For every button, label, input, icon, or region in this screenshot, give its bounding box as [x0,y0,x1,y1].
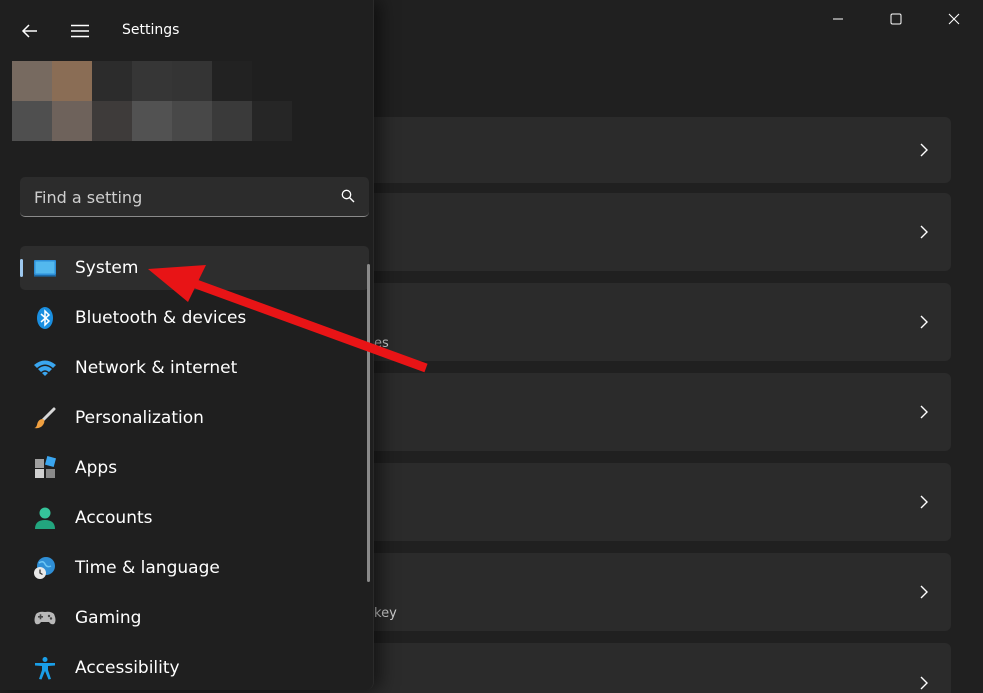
chevron-right-icon [920,405,928,419]
navigation-pane: Settings System Bluetooth & devices [0,0,374,690]
title-bar: Settings [0,0,373,62]
sidebar-nav: System Bluetooth & devices Network & int… [20,246,369,690]
sidebar-item-label: Bluetooth & devices [75,308,247,328]
maximize-icon [890,13,902,25]
settings-card[interactable] [330,373,951,451]
sidebar-item-network[interactable]: Network & internet [20,346,369,390]
settings-card[interactable] [330,193,951,271]
sidebar-item-accessibility[interactable]: Accessibility [20,646,369,690]
search-icon[interactable] [341,189,355,203]
chevron-right-icon [920,225,928,239]
window-controls [809,0,983,38]
scrollbar[interactable] [367,264,370,582]
close-button[interactable] [925,0,983,38]
sidebar-item-label: Network & internet [75,358,238,378]
chevron-right-icon [920,315,928,329]
accessibility-icon [35,657,55,680]
maximize-button[interactable] [867,0,925,38]
sidebar-item-bluetooth[interactable]: Bluetooth & devices [20,296,369,340]
gamepad-icon [34,611,56,625]
card-text: es [374,336,389,351]
sidebar-item-label: Time & language [75,558,220,578]
app-title: Settings [122,22,180,38]
settings-card[interactable]: key [330,553,951,631]
sidebar-item-label: Accessibility [75,658,180,678]
minimize-button[interactable] [809,0,867,38]
chevron-right-icon [920,676,928,690]
chevron-right-icon [920,143,928,157]
person-icon [35,507,55,529]
sidebar-item-label: Accounts [75,508,153,528]
search-box[interactable] [20,177,369,217]
avatar[interactable] [12,61,292,141]
menu-button[interactable] [64,16,96,46]
settings-card[interactable]: es [330,283,951,361]
sidebar-item-label: Apps [75,458,118,478]
sidebar-item-accounts[interactable]: Accounts [20,496,369,540]
search-input[interactable] [20,177,336,217]
wifi-icon [34,360,56,376]
settings-card[interactable] [330,643,951,693]
system-monitor-icon [34,260,56,277]
card-text: key [374,606,397,621]
chevron-right-icon [920,495,928,509]
back-arrow-icon [21,24,37,38]
apps-icon [35,456,57,478]
sidebar-item-label: Personalization [75,408,204,428]
paintbrush-icon [34,407,56,429]
sidebar-item-time-language[interactable]: Time & language [20,546,369,590]
sidebar-item-personalization[interactable]: Personalization [20,396,369,440]
back-button[interactable] [14,16,46,46]
sidebar-item-gaming[interactable]: Gaming [20,596,369,640]
settings-card[interactable] [330,463,951,541]
hamburger-icon [71,24,89,38]
bluetooth-icon [37,307,53,329]
sidebar-item-label: Gaming [75,608,142,628]
minimize-icon [833,18,843,20]
chevron-right-icon [920,585,928,599]
selection-indicator [20,259,23,277]
close-icon [948,13,960,25]
sidebar-item-label: System [75,258,139,278]
settings-card[interactable] [330,117,951,183]
sidebar-item-apps[interactable]: Apps [20,446,369,490]
sidebar-item-system[interactable]: System [20,246,369,290]
globe-clock-icon [34,557,55,579]
